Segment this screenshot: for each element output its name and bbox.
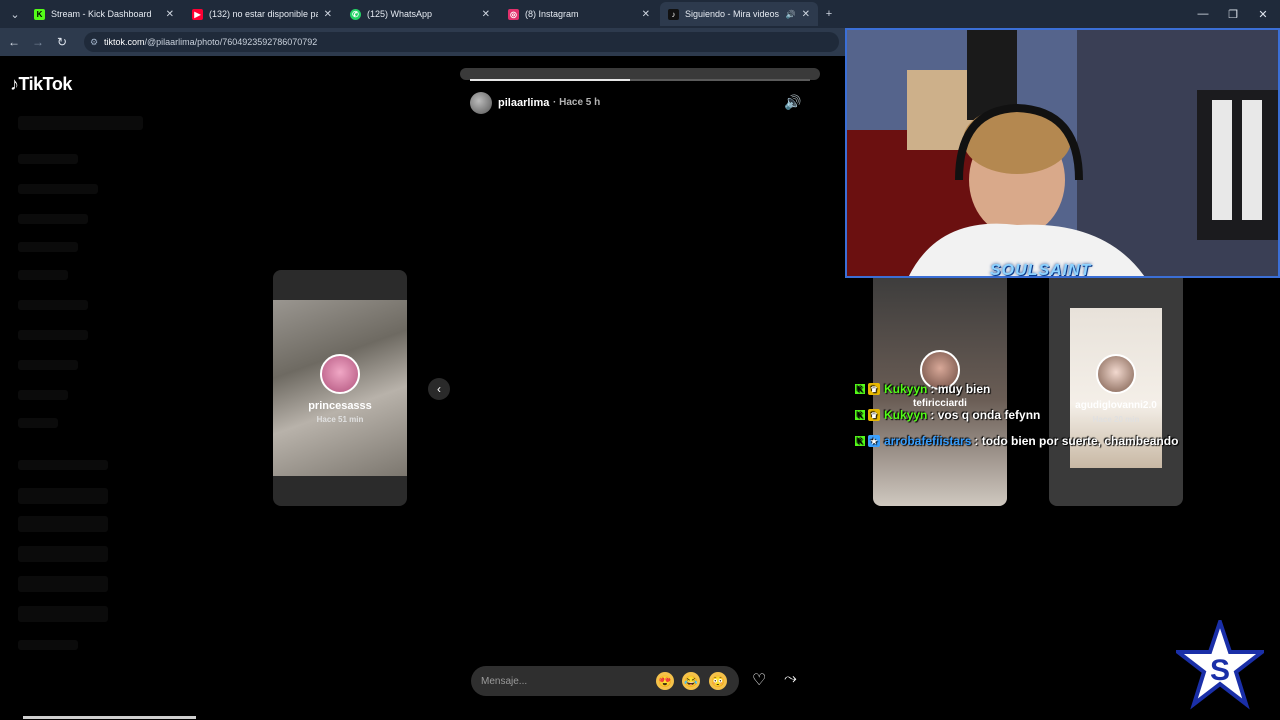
tab-title: Siguiendo - Mira videos pu xyxy=(685,9,782,19)
kick-icon: K xyxy=(855,436,865,446)
chat-message: K ♛ Kukyyn : vos q onda fefynn xyxy=(855,407,1040,423)
following-account[interactable] xyxy=(18,606,108,622)
forward-icon[interactable]: → xyxy=(28,33,48,51)
tiktok-logo[interactable]: ♪TikTok xyxy=(10,74,72,95)
side-story-time: Hace 51 min xyxy=(316,415,364,424)
crown-badge-icon: ♛ xyxy=(868,383,880,395)
tiktok-note-icon: ♪ xyxy=(10,74,19,94)
tab-whatsapp[interactable]: ✆ (125) WhatsApp ✕ xyxy=(342,2,498,26)
tab-search-chevron-icon[interactable]: ⌄ xyxy=(4,4,26,24)
new-tab-icon[interactable]: + xyxy=(818,4,840,24)
chat-text: : vos q onda fefynn xyxy=(930,408,1041,422)
following-account[interactable] xyxy=(18,576,108,592)
side-story-card[interactable]: agudiglovanni2.0 Hace 20 min xyxy=(1049,270,1183,506)
whatsapp-icon: ✆ xyxy=(350,8,361,20)
message-input[interactable] xyxy=(481,674,641,688)
message-box: 😍 😂 😳 xyxy=(471,666,739,696)
close-window-icon[interactable]: ✕ xyxy=(1248,4,1278,24)
close-icon[interactable]: ✕ xyxy=(642,9,650,20)
sidebar-item[interactable] xyxy=(18,390,68,400)
youtube-icon: ▶ xyxy=(192,8,203,20)
sidebar-item[interactable] xyxy=(18,418,58,428)
close-icon[interactable]: ✕ xyxy=(324,9,332,20)
chat-text: : todo bien por suerte, chambeando xyxy=(974,434,1179,448)
side-story-name: agudiglovanni2.0 xyxy=(1075,400,1157,411)
sidebar-item[interactable] xyxy=(18,214,88,224)
sidebar-item[interactable] xyxy=(18,242,78,252)
following-account[interactable] xyxy=(18,516,108,532)
emoji-heart-eyes-button[interactable]: 😍 xyxy=(656,672,674,690)
story-progress-fill xyxy=(470,79,630,81)
site-info-icon[interactable]: ⚙ xyxy=(90,37,98,48)
emoji-flushed-button[interactable]: 😳 xyxy=(709,672,727,690)
webcam-overlay xyxy=(845,28,1280,278)
tiktok-icon: ♪ xyxy=(668,8,679,20)
following-account[interactable] xyxy=(18,488,108,504)
webcam-scene xyxy=(847,30,1278,276)
url-host: tiktok.com xyxy=(104,37,145,47)
restore-icon[interactable]: ❐ xyxy=(1218,4,1248,24)
sidebar-item[interactable] xyxy=(18,154,78,164)
sidebar-item[interactable] xyxy=(18,330,88,340)
kick-icon: K xyxy=(34,8,45,20)
volume-icon[interactable]: 🔊 xyxy=(784,94,801,111)
sidebar-item[interactable] xyxy=(18,184,98,194)
svg-text:S: S xyxy=(1210,654,1230,687)
browser-address-bar: ← → ↻ ⚙ tiktok.com/@pilaarlima/photo/760… xyxy=(0,28,845,56)
sidebar-item[interactable] xyxy=(18,270,68,280)
tab-title: (125) WhatsApp xyxy=(367,9,433,19)
chat-text: : muy bien xyxy=(930,382,991,396)
chat-username: Kukyyn xyxy=(884,382,928,396)
streamer-logo: SOULSAINT xyxy=(990,262,1092,279)
avatar xyxy=(320,354,360,394)
side-story-name: princesasss xyxy=(308,400,372,412)
chat-message: K ♛ Kukyyn : muy bien xyxy=(855,381,990,397)
instagram-icon: ◎ xyxy=(508,8,519,20)
sidebar-section-title xyxy=(18,460,108,470)
kick-icon: K xyxy=(855,410,865,420)
chat-message: K ★ arrobafefiistars : todo bien por sue… xyxy=(855,433,1178,449)
tiktok-logo-text: TikTok xyxy=(18,74,73,94)
story-time: · Hace 5 h xyxy=(553,97,601,108)
search-box[interactable] xyxy=(18,116,143,130)
browser-tab-bar: ⌄ K Stream - Kick Dashboard ✕ ▶ (132) no… xyxy=(0,0,1280,28)
tab-tiktok[interactable]: ♪ Siguiendo - Mira videos pu 🔊 ✕ xyxy=(660,2,818,26)
tab-kick-dashboard[interactable]: K Stream - Kick Dashboard ✕ xyxy=(26,2,182,26)
back-icon[interactable]: ← xyxy=(4,33,24,51)
url-field[interactable]: ⚙ tiktok.com/@pilaarlima/photo/760492359… xyxy=(84,32,839,52)
story-username[interactable]: pilaarlima xyxy=(498,97,549,109)
sidebar-item[interactable] xyxy=(18,360,78,370)
side-story-card[interactable]: princesasss Hace 51 min xyxy=(273,270,407,506)
taskbar-indicator xyxy=(23,716,196,719)
crown-badge-icon: ♛ xyxy=(868,409,880,421)
chat-username: Kukyyn xyxy=(884,408,928,422)
side-story-time: Hace 20 min xyxy=(1092,415,1140,424)
previous-story-button[interactable]: ‹ xyxy=(428,378,450,400)
close-icon[interactable]: ✕ xyxy=(166,9,174,20)
emoji-laughing-button[interactable]: 😂 xyxy=(682,672,700,690)
star-logo-icon: S xyxy=(1176,620,1264,710)
following-account[interactable] xyxy=(18,546,108,562)
chat-username: arrobafefiistars xyxy=(884,434,972,448)
sub-badge-icon: ★ xyxy=(868,435,880,447)
reload-icon[interactable]: ↻ xyxy=(52,33,72,51)
tab-instagram[interactable]: ◎ (8) Instagram ✕ xyxy=(500,2,658,26)
minimize-icon[interactable]: — xyxy=(1188,4,1218,24)
url-path: /@pilaarlima/photo/7604923592786070792 xyxy=(144,37,318,47)
close-icon[interactable]: ✕ xyxy=(482,9,490,20)
tab-title: Stream - Kick Dashboard xyxy=(51,9,152,19)
story-progress-bar xyxy=(470,79,810,81)
avatar xyxy=(1096,354,1136,394)
tab-title: (132) no estar disponible para t xyxy=(209,9,318,19)
sidebar-item[interactable] xyxy=(18,640,78,650)
kick-icon: K xyxy=(855,384,865,394)
like-heart-icon[interactable]: ♡ xyxy=(752,670,766,690)
close-icon[interactable]: ✕ xyxy=(802,9,810,20)
share-icon[interactable]: ⤳ xyxy=(784,670,797,688)
sidebar-item[interactable] xyxy=(18,300,88,310)
tab-youtube[interactable]: ▶ (132) no estar disponible para t ✕ xyxy=(184,2,340,26)
tab-title: (8) Instagram xyxy=(525,9,579,19)
speaker-icon[interactable]: 🔊 xyxy=(786,10,796,19)
avatar[interactable] xyxy=(470,92,492,114)
